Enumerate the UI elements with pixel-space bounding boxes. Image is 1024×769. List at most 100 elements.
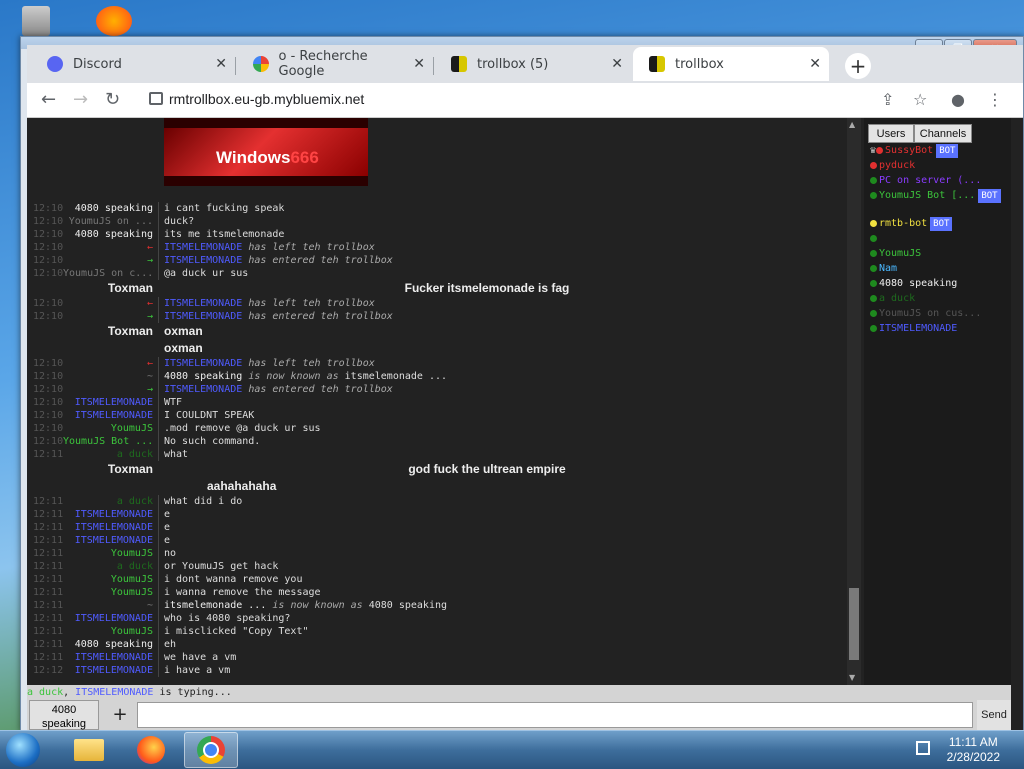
- tab-discord[interactable]: Discord ✕: [31, 47, 235, 81]
- message-nick[interactable]: 4080 speaking: [63, 638, 153, 651]
- trollbox-icon: [451, 56, 467, 72]
- tab-users[interactable]: Users: [868, 124, 914, 143]
- message-time: 12:11: [33, 613, 64, 624]
- user-list-item[interactable]: Nam: [870, 262, 897, 276]
- user-list-item[interactable]: PC on server (...: [870, 174, 981, 188]
- message-nick[interactable]: YoumuJS: [63, 573, 153, 586]
- address-bar[interactable]: rmtrollbox.eu-gb.mybluemix.net: [169, 91, 364, 107]
- message-nick[interactable]: ITSMELEMONADE: [63, 664, 153, 677]
- status-dot-icon: [870, 161, 877, 169]
- chat-message: 12:10 ITSMELEMONADE I COULDNT SPEAK: [27, 409, 847, 422]
- share-icon[interactable]: ⇪: [881, 90, 894, 109]
- message-nick[interactable]: →: [63, 383, 153, 396]
- message-nick[interactable]: ITSMELEMONADE: [63, 508, 153, 521]
- message-nick[interactable]: YoumuJS: [63, 625, 153, 638]
- message-nick[interactable]: a duck: [63, 560, 153, 573]
- bookmark-star-icon[interactable]: ☆: [913, 90, 927, 109]
- new-tab-button[interactable]: +: [845, 53, 871, 79]
- browser-window: ▁ ❐ ✕ Discord ✕ o - Recherche Google ✕ t…: [20, 36, 1024, 732]
- nick-separator: [158, 586, 159, 599]
- chat-message: Toxman Fucker itsmelemonade is fag: [27, 280, 847, 297]
- user-list-item[interactable]: ITSMELEMONADE: [870, 322, 957, 336]
- message-nick[interactable]: a duck: [63, 448, 153, 461]
- message-user: ITSMELEMONADE: [164, 255, 243, 266]
- message-nick[interactable]: YoumuJS on c...: [63, 267, 153, 280]
- message-nick[interactable]: ITSMELEMONADE: [63, 521, 153, 534]
- user-name: YoumuJS Bot [...: [879, 190, 976, 201]
- close-tab-icon[interactable]: ✕: [809, 56, 821, 72]
- explorer-taskbar-icon[interactable]: [62, 732, 116, 768]
- message-nick[interactable]: 4080 speaking: [63, 202, 153, 215]
- system-clock[interactable]: 11:11 AM 2/28/2022: [947, 735, 1000, 765]
- scrollbar-thumb[interactable]: [849, 588, 859, 660]
- message-nick[interactable]: ITSMELEMONADE: [63, 651, 153, 664]
- nick-separator: [158, 495, 159, 508]
- message-nick[interactable]: YoumuJS: [63, 586, 153, 599]
- nick-separator: [158, 267, 159, 280]
- message-nick[interactable]: 4080 speaking: [63, 228, 153, 241]
- image-version-text: 666: [290, 148, 319, 167]
- reload-icon[interactable]: ↻: [105, 89, 120, 110]
- recycle-bin-icon[interactable]: [22, 6, 50, 36]
- user-list-item[interactable]: YoumuJS: [870, 247, 921, 261]
- tab-channels[interactable]: Channels: [914, 124, 972, 143]
- nick-separator: [158, 254, 159, 267]
- close-tab-icon[interactable]: ✕: [215, 56, 227, 72]
- menu-kebab-icon[interactable]: ⋮: [987, 90, 1003, 109]
- chat-message: aahahahaha: [27, 478, 847, 495]
- message-nick[interactable]: Toxman: [63, 323, 153, 340]
- message-nick[interactable]: ITSMELEMONADE: [63, 534, 153, 547]
- message-nick[interactable]: a duck: [63, 495, 153, 508]
- message-time: 12:10: [33, 436, 64, 447]
- user-list-item[interactable]: [870, 232, 879, 246]
- message-nick[interactable]: YoumuJS Bot ...: [63, 435, 153, 448]
- message-nick[interactable]: YoumuJS: [63, 547, 153, 560]
- chat-log[interactable]: Windows666 12:10 4080 speaking i cant fuck…: [27, 118, 847, 685]
- message-nick[interactable]: Toxman: [63, 461, 153, 478]
- user-list-item[interactable]: YoumuJS Bot [... BOT: [870, 189, 1001, 203]
- send-button[interactable]: Send: [977, 700, 1011, 730]
- message-nick[interactable]: ITSMELEMONADE: [63, 409, 153, 422]
- chrome-taskbar-icon[interactable]: [184, 732, 238, 768]
- tab-trollbox[interactable]: trollbox ✕: [633, 47, 829, 81]
- firefox-desktop-icon[interactable]: [96, 6, 132, 36]
- message-text: ITSMELEMONADE has entered teh trollbox: [164, 254, 393, 267]
- profile-icon[interactable]: ●: [951, 90, 965, 109]
- message-nick[interactable]: ←: [63, 241, 153, 254]
- chat-scrollbar[interactable]: ▲ ▼: [847, 118, 861, 685]
- message-nick[interactable]: ~: [63, 370, 153, 383]
- message-nick[interactable]: Toxman: [63, 280, 153, 297]
- message-time: 12:11: [33, 496, 64, 507]
- add-button[interactable]: +: [107, 704, 133, 726]
- firefox-taskbar-icon[interactable]: [124, 732, 178, 768]
- user-list-item[interactable]: a duck: [870, 292, 915, 306]
- tab-trollbox-5[interactable]: trollbox (5) ✕: [435, 47, 631, 81]
- network-icon[interactable]: [916, 741, 930, 755]
- user-list-item[interactable]: YoumuJS on cus...: [870, 307, 981, 321]
- forward-icon[interactable]: →: [73, 89, 88, 110]
- message-nick[interactable]: ~: [63, 599, 153, 612]
- close-tab-icon[interactable]: ✕: [611, 56, 623, 72]
- message-input[interactable]: [137, 702, 973, 728]
- message-user: itsmelemonade ...: [164, 600, 267, 611]
- message-nick[interactable]: ITSMELEMONADE: [63, 396, 153, 409]
- message-text: itsmelemonade ... is now known as 4080 s…: [164, 599, 447, 612]
- back-icon[interactable]: ←: [41, 89, 56, 110]
- user-list-item[interactable]: pyduck: [870, 159, 915, 173]
- message-nick[interactable]: ITSMELEMONADE: [63, 612, 153, 625]
- message-nick[interactable]: ←: [63, 297, 153, 310]
- user-list-item[interactable]: ♛ SussyBot BOT: [870, 144, 959, 158]
- start-button[interactable]: [6, 733, 40, 767]
- user-list-item[interactable]: 4080 speaking: [870, 277, 957, 291]
- user-list-item[interactable]: rmtb-bot BOT: [870, 217, 953, 231]
- message-nick[interactable]: →: [63, 310, 153, 323]
- nick-button[interactable]: 4080 speaking: [29, 700, 99, 730]
- message-nick[interactable]: YoumuJS: [63, 422, 153, 435]
- message-nick[interactable]: →: [63, 254, 153, 267]
- bot-badge: BOT: [936, 144, 959, 158]
- close-tab-icon[interactable]: ✕: [413, 56, 425, 72]
- message-nick[interactable]: YoumuJS on ...: [63, 215, 153, 228]
- message-text: @a duck ur sus: [164, 268, 249, 279]
- message-nick[interactable]: ←: [63, 357, 153, 370]
- tab-google[interactable]: o - Recherche Google ✕: [237, 47, 433, 81]
